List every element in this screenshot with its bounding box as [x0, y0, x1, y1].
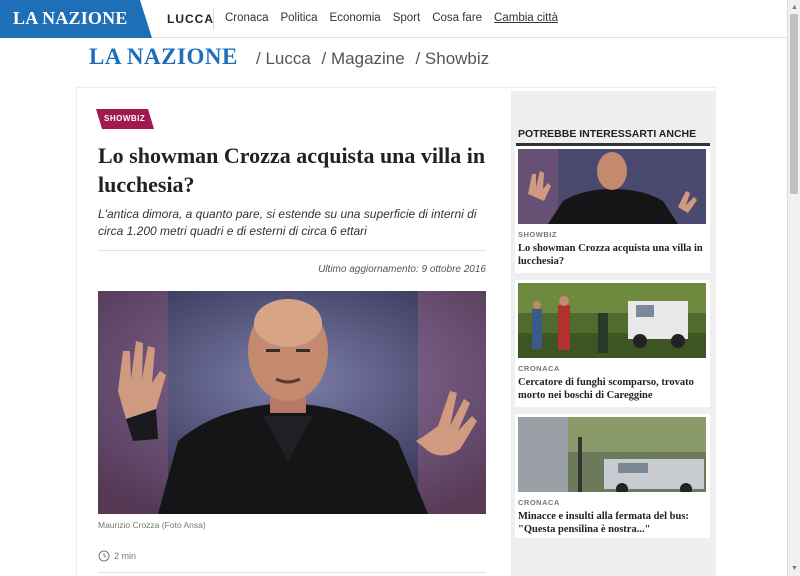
photo-caption: Maurizio Crozza (Foto Ansa) — [98, 520, 206, 530]
reading-time-value: 2 min — [114, 551, 137, 561]
related-article-category: CRONACA — [518, 498, 560, 507]
related-article-card[interactable]: CRONACA Minacce e insulti alla fermata d… — [515, 414, 710, 538]
scroll-up-arrow-icon[interactable]: ▲ — [791, 4, 798, 11]
article-main-photo[interactable] — [98, 291, 486, 514]
related-article-title[interactable]: Cercatore di funghi scomparso, trovato m… — [518, 376, 708, 402]
nav-divider — [213, 8, 214, 30]
change-city-link[interactable]: Cambia città — [494, 12, 558, 24]
top-navigation-bar: LA NAZIONE LUCCA Cronaca Politica Econom… — [0, 0, 787, 38]
main-nav: Cronaca Politica Economia Sport Cosa far… — [225, 12, 570, 24]
related-article-card[interactable]: SHOWBIZ Lo showman Crozza acquista una v… — [515, 146, 710, 273]
breadcrumb-lucca[interactable]: / Lucca — [256, 49, 311, 68]
divider — [98, 250, 486, 251]
breadcrumb-showbiz[interactable]: / Showbiz — [415, 49, 489, 68]
nav-cronaca[interactable]: Cronaca — [225, 12, 268, 24]
scroll-down-arrow-icon[interactable]: ▼ — [791, 565, 798, 572]
section-header: LA NAZIONE / Lucca / Magazine / Showbiz — [76, 38, 716, 88]
nav-sport[interactable]: Sport — [393, 12, 421, 24]
article-subheadline: L'antica dimora, a quanto pare, si esten… — [98, 207, 477, 238]
article-headline: Lo showman Crozza acquista una villa in … — [98, 143, 486, 197]
brand-wordmark[interactable]: LA NAZIONE — [89, 44, 238, 70]
related-article-thumbnail[interactable] — [518, 417, 706, 492]
photo-illustration — [98, 291, 486, 514]
divider — [98, 572, 486, 573]
sidebar-title: POTREBBE INTERESSARTI ANCHE — [518, 128, 697, 140]
clock-icon — [98, 550, 110, 562]
related-article-title[interactable]: Minacce e insulti alla fermata del bus: … — [518, 510, 708, 536]
related-article-card[interactable]: CRONACA Cercatore di funghi scomparso, t… — [515, 280, 710, 407]
breadcrumb: / Lucca / Magazine / Showbiz — [256, 49, 495, 69]
thumb-illustration — [518, 149, 706, 224]
thumb-illustration — [518, 417, 706, 492]
site-logo[interactable]: LA NAZIONE — [0, 0, 152, 38]
logo-text: LA NAZIONE — [13, 8, 128, 28]
related-article-category: CRONACA — [518, 364, 560, 373]
reading-time: 2 min — [98, 550, 136, 562]
city-label[interactable]: LUCCA — [167, 12, 214, 26]
related-article-category: SHOWBIZ — [518, 230, 557, 239]
vertical-scrollbar[interactable]: ▲ ▼ — [787, 0, 800, 576]
breadcrumb-magazine[interactable]: / Magazine — [322, 49, 405, 68]
thumb-illustration — [518, 283, 706, 358]
scrollbar-thumb[interactable] — [790, 14, 798, 194]
category-tag-label: SHOWBIZ — [104, 114, 146, 123]
category-tag[interactable]: SHOWBIZ — [96, 109, 154, 129]
related-article-thumbnail[interactable] — [518, 149, 706, 224]
related-article-thumbnail[interactable] — [518, 283, 706, 358]
nav-politica[interactable]: Politica — [280, 12, 317, 24]
related-article-title[interactable]: Lo showman Crozza acquista una villa in … — [518, 242, 708, 268]
last-updated: Ultimo aggiornamento: 9 ottobre 2016 — [318, 264, 486, 275]
nav-cosa-fare[interactable]: Cosa fare — [432, 12, 482, 24]
nav-economia[interactable]: Economia — [330, 12, 381, 24]
